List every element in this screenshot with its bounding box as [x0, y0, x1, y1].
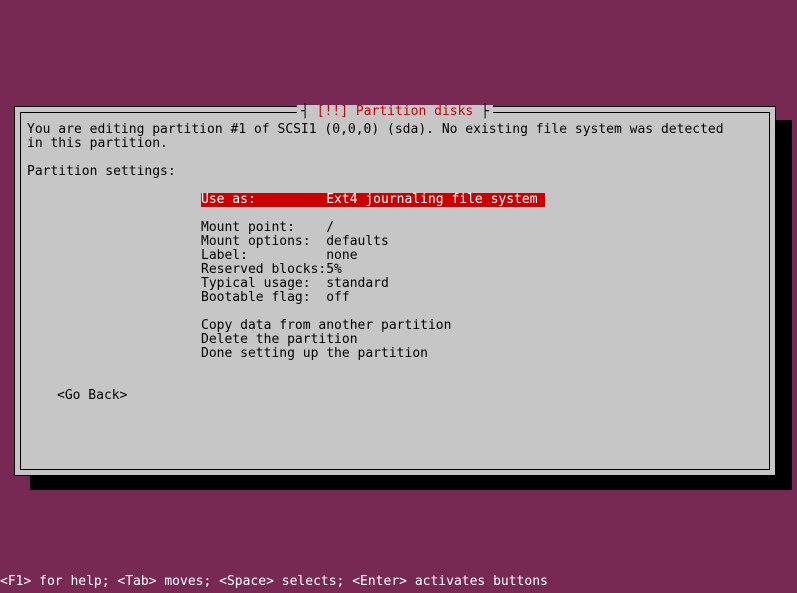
setting-reserved-blocks[interactable]: Reserved blocks:5% [201, 263, 763, 277]
setting-label: Bootable flag: [201, 291, 326, 305]
dashes-right: ├ [473, 104, 489, 119]
setting-value: 5% [326, 263, 342, 277]
setting-label: Mount options: [201, 235, 326, 249]
setting-label: Mount point: [201, 221, 326, 235]
setting-typical-usage[interactable]: Typical usage: standard [201, 277, 763, 291]
setting-label: Use as: [201, 193, 326, 207]
setting-label: Reserved blocks: [201, 263, 326, 277]
action-label: Done setting up the partition [201, 347, 428, 361]
dialog-title: ┤ [!!] Partition disks ├ [297, 105, 493, 119]
setting-mount-point[interactable]: Mount point: / [201, 221, 763, 235]
setting-value: / [326, 221, 334, 235]
setting-value: off [326, 291, 349, 305]
setting-value: none [326, 249, 357, 263]
dialog-inner: ┤ [!!] Partition disks ├ You are editing… [20, 112, 770, 470]
action-label: Delete the partition [201, 333, 358, 347]
action-copy-data[interactable]: Copy data from another partition [201, 319, 763, 333]
action-done-setting-up[interactable]: Done setting up the partition [201, 347, 763, 361]
setting-value: defaults [326, 235, 389, 249]
setting-use-as[interactable]: Use as: Ext4 journaling file system [201, 193, 545, 207]
help-footer: <F1> for help; <Tab> moves; <Space> sele… [0, 575, 548, 589]
settings-header: Partition settings: [27, 165, 763, 179]
action-delete-partition[interactable]: Delete the partition [201, 333, 763, 347]
go-back-button[interactable]: <Go Back> [57, 389, 763, 403]
setting-label: Label: [201, 249, 326, 263]
setting-value: standard [326, 277, 389, 291]
title-text: Partition disks [356, 104, 473, 119]
setting-bootable-flag[interactable]: Bootable flag: off [201, 291, 763, 305]
title-bang: [!!] [317, 104, 356, 119]
intro-line-2: in this partition. [27, 137, 763, 151]
dialog-title-wrap: ┤ [!!] Partition disks ├ [21, 112, 769, 126]
setting-mount-options[interactable]: Mount options: defaults [201, 235, 763, 249]
action-label: Copy data from another partition [201, 319, 451, 333]
dashes-left: ┤ [301, 104, 317, 119]
partition-dialog: ┤ [!!] Partition disks ├ You are editing… [14, 106, 776, 476]
setting-label: Typical usage: [201, 277, 326, 291]
setting-value: Ext4 journaling file system [326, 193, 537, 207]
settings-list: Use as: Ext4 journaling file system Moun… [201, 193, 763, 361]
setting-label-row[interactable]: Label: none [201, 249, 763, 263]
